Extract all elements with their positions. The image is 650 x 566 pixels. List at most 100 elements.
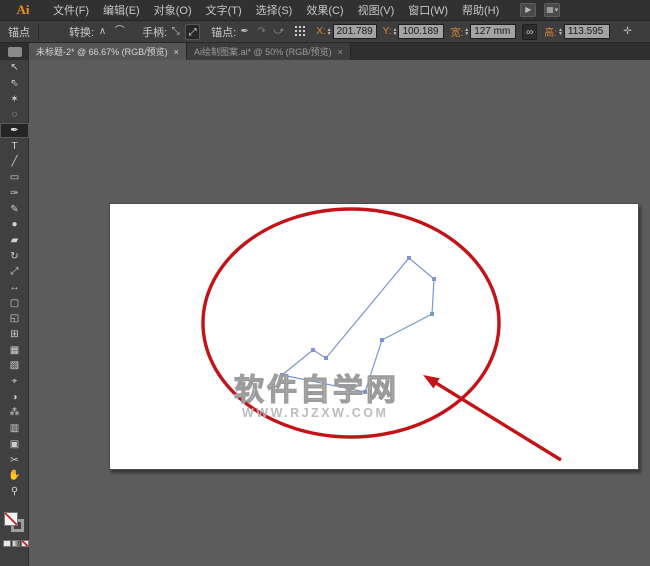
paintbrush-tool[interactable]: ✑ [0,186,29,202]
width-field-label: 宽: [450,28,464,39]
lasso-tool[interactable]: ◌ [0,107,29,123]
transform-icon[interactable]: ✛ [620,24,635,40]
tool-list: ↖ ⇖ ✶ ◌ ✒ T ╱ ▭ ✑ ✎ ● ▰ ↻ ⤢ ↔ ▢ ◱ ⊞ ▦ ▧ ⌖ ◑ ⁂ ▥ ▣ ✂ ✋ ⚲ [0,60,29,500]
menu-item-2[interactable]: 对象(O) [147,0,199,20]
red-arrow-head [423,375,440,389]
anchor-point-2[interactable] [324,356,328,360]
tools-panel-gripper[interactable] [0,43,29,60]
fill-none-swatch[interactable] [4,512,18,526]
y-field-label: Y: [382,26,392,37]
hand-tool[interactable]: ✋ [0,468,29,484]
watermark-url: WWW.RJZXW.COM [242,406,388,420]
workspace-switcher-icon[interactable]: ▦▾ [544,3,561,17]
menu-item-0[interactable]: 文件(F) [46,0,96,20]
menu-item-1[interactable]: 编辑(E) [96,0,147,20]
pen-tool[interactable]: ✒ [0,122,29,139]
type-tool[interactable]: T [0,138,29,154]
menu-item-7[interactable]: 窗口(W) [401,0,455,20]
zoom-tool[interactable]: ⚲ [0,484,29,500]
y-field[interactable] [398,24,445,39]
blend-tool[interactable]: ◑ [0,389,29,405]
document-tab-1[interactable]: Ai绘制图案.ai* @ 50% (RGB/预览) × [186,43,351,60]
rotate-tool[interactable]: ↻ [0,248,29,264]
reference-point-icon[interactable] [295,26,306,37]
width-field[interactable] [470,24,517,39]
paint-mode-buttons [3,540,29,547]
gradient-tool[interactable]: ▧ [0,358,29,374]
canvas-pasteboard[interactable]: 软件自学网 WWW.RJZXW.COM [29,60,650,566]
perspective-grid-tool[interactable]: ⊞ [0,327,29,343]
selection-tool[interactable]: ↖ [0,60,29,76]
menu-item-4[interactable]: 选择(S) [249,0,300,20]
menu-item-3[interactable]: 文字(T) [199,0,249,20]
anchor-point-1[interactable] [311,348,315,352]
pencil-tool[interactable]: ✎ [0,201,29,217]
anchor-point-5[interactable] [430,312,434,316]
blue-drawn-path[interactable] [280,257,435,393]
slice-tool[interactable]: ✂ [0,452,29,468]
convert-label: 转换: [69,26,95,39]
height-field-label: 高: [544,28,557,39]
convert-to-corner-button[interactable]: ∧ [95,24,110,40]
chevron-down-icon: ▾ [554,7,559,14]
tab-label: Ai绘制图案.ai* @ 50% (RGB/预览) [193,47,332,57]
anchor-tools-label: 锚点: [211,26,237,39]
none-mode-button[interactable] [21,540,29,547]
width-tool[interactable]: ↔ [0,280,29,296]
magic-wand-tool[interactable]: ✶ [0,91,29,107]
blob-brush-tool[interactable]: ● [0,217,29,233]
color-mode-button[interactable] [3,540,11,547]
constrain-proportions-icon[interactable]: ∞ [522,23,538,40]
width-stepper[interactable]: ▲ ▼ [464,27,469,36]
eraser-tool[interactable]: ▰ [0,233,29,249]
x-stepper[interactable]: ▲ ▼ [327,27,332,36]
mesh-tool[interactable]: ▦ [0,342,29,358]
menu-item-6[interactable]: 视图(V) [351,0,402,20]
tabs: 未标题-2* @ 66.67% (RGB/预览) × Ai绘制图案.ai* @ 50… [29,43,351,60]
height-field[interactable] [563,24,610,39]
connect-path-button[interactable]: ↷ [254,24,269,40]
menu-item-5[interactable]: 效果(C) [299,0,350,20]
height-stepper[interactable]: ▲ ▼ [558,27,563,36]
control-bar: 锚点 转换: ∧ ⌒ 手柄: ⤡ ⤢ 锚点: ✒ ↷ ⤻ X: ▲▼ Y: ▲▼… [0,21,650,43]
line-segment-tool[interactable]: ╱ [0,154,29,170]
rectangle-tool[interactable]: ▭ [0,170,29,186]
artboard-tool[interactable]: ▣ [0,437,29,453]
menu-right-icons: ▶ ▦▾ [520,3,561,17]
main-area: ↖ ⇖ ✶ ◌ ✒ T ╱ ▭ ✑ ✎ ● ▰ ↻ ⤢ ↔ ▢ ◱ ⊞ ▦ ▧ ⌖ ◑ ⁂ ▥ ▣ ✂ ✋ ⚲ 软件自学网 WWW.RJ… [0,60,650,566]
x-field[interactable] [332,24,377,39]
eyedropper-tool[interactable]: ⌖ [0,374,29,390]
y-stepper[interactable]: ▲ ▼ [393,27,398,36]
tab-close-icon[interactable]: × [174,47,179,57]
menu-items: 文件(F) 编辑(E) 对象(O) 文字(T) 选择(S) 效果(C) 视图(V) 窗口(W)… [46,0,506,20]
artwork-layer: 软件自学网WWW.RJZXW.COM [201,207,562,462]
anchor-point-3[interactable] [407,256,411,260]
scale-tool[interactable]: ⤢ [0,264,29,280]
x-field-label: X: [316,26,326,37]
menu-item-8[interactable]: 帮助(H) [455,0,506,20]
column-graph-tool[interactable]: ▥ [0,421,29,437]
illustrator-window: Ai 文件(F) 编辑(E) 对象(O) 文字(T) 选择(S) 效果(C) 视图(V) 窗口… [0,0,650,566]
watermark-title: 软件自学网 [234,373,399,407]
red-arrow-line [433,380,562,462]
cut-path-button[interactable]: ⤻ [271,24,286,40]
tab-close-icon[interactable]: × [338,47,343,57]
fill-stroke-controls [0,506,29,558]
show-handles-button[interactable]: ⤡ [168,24,183,40]
tools-panel: ↖ ⇖ ✶ ◌ ✒ T ╱ ▭ ✑ ✎ ● ▰ ↻ ⤢ ↔ ▢ ◱ ⊞ ▦ ▧ ⌖ ◑ ⁂ ▥ ▣ ✂ ✋ ⚲ [0,60,29,566]
shape-builder-tool[interactable]: ◱ [0,311,29,327]
document-tab-0[interactable]: 未标题-2* @ 66.67% (RGB/预览) × [29,43,187,60]
anchor-point-4[interactable] [432,277,436,281]
arrange-documents-icon[interactable]: ▶ [520,3,537,17]
anchor-point-6[interactable] [380,338,384,342]
free-transform-tool[interactable]: ▢ [0,295,29,311]
direct-selection-tool[interactable]: ⇖ [0,76,29,92]
symbol-sprayer-tool[interactable]: ⁂ [0,405,29,421]
convert-to-smooth-button[interactable]: ⌒ [112,24,127,40]
remove-anchor-button[interactable]: ✒ [237,24,252,40]
gradient-mode-button[interactable] [12,540,20,547]
separator [38,23,39,40]
anchor-label: 锚点 [8,26,30,39]
tab-label: 未标题-2* @ 66.67% (RGB/预览) [36,47,168,57]
hide-handles-button[interactable]: ⤢ [185,23,201,40]
